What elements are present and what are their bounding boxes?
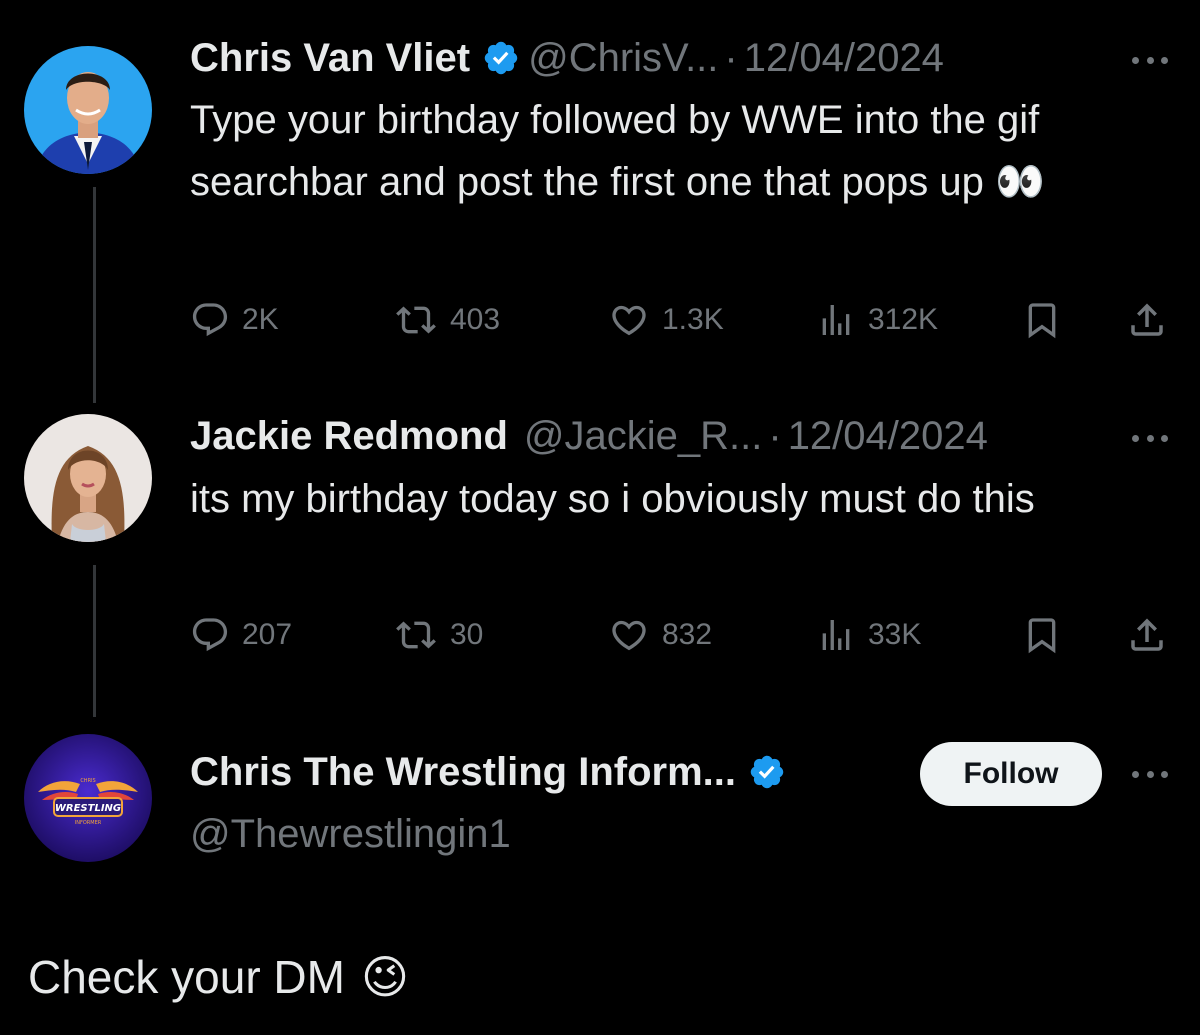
suggested-account-name[interactable]: Chris The Wrestling Inform... <box>190 750 736 795</box>
tweet-actions: 2K 403 1.3K 312K <box>190 295 1180 345</box>
views-button[interactable]: 312K <box>816 295 938 345</box>
follow-button[interactable]: Follow <box>920 742 1102 806</box>
bookmark-icon <box>1028 618 1056 654</box>
views-icon <box>822 620 850 650</box>
suggested-account-handle-row: @Thewrestlingin1 <box>190 804 511 864</box>
share-button[interactable] <box>1126 610 1168 660</box>
views-icon <box>822 305 850 335</box>
tweet-date[interactable]: 12/04/2024 <box>744 36 944 81</box>
repost-button[interactable]: 30 <box>394 610 483 660</box>
author-name[interactable]: Jackie Redmond <box>190 414 508 459</box>
views-button[interactable]: 33K <box>816 610 921 660</box>
heart-icon <box>612 620 646 651</box>
reply-icon <box>192 303 228 337</box>
thread-line <box>93 565 96 717</box>
tweet-text: its my birthday today so i obviously mus… <box>190 477 1035 521</box>
verified-badge-icon <box>748 753 786 791</box>
share-icon <box>1131 618 1163 651</box>
suggested-account-header: Chris The Wrestling Inform... <box>190 742 794 802</box>
logo-subtext-top: CHRIS <box>80 778 95 784</box>
bookmark-button[interactable] <box>1022 295 1062 345</box>
bookmark-button[interactable] <box>1022 610 1062 660</box>
more-icon[interactable] <box>1132 54 1168 66</box>
like-count: 1.3K <box>662 303 724 336</box>
more-icon[interactable] <box>1132 768 1168 780</box>
suggested-account-handle[interactable]: @Thewrestlingin1 <box>190 812 511 857</box>
tweet-text: Type your birthday followed by WWE into … <box>190 98 1045 204</box>
screenshot-page: Chris Van Vliet @ChrisV... · 12/04/2024 … <box>0 0 1200 1035</box>
winking-face-emoji: 😉 <box>360 951 409 1003</box>
avatar-chris-van-vliet[interactable] <box>24 46 152 174</box>
share-icon <box>1131 303 1163 336</box>
separator-dot: · <box>724 35 738 80</box>
share-button[interactable] <box>1126 295 1168 345</box>
author-name[interactable]: Chris Van Vliet <box>190 36 470 81</box>
avatar-jackie-redmond[interactable] <box>24 414 152 542</box>
tweet-actions: 207 30 832 33K <box>190 610 1180 660</box>
author-handle[interactable]: @ChrisV... <box>528 36 718 81</box>
tweet-header: Jackie Redmond @Jackie_R... · 12/04/2024 <box>190 406 988 466</box>
like-button[interactable]: 832 <box>608 610 712 660</box>
logo-subtext-bottom: INFORMER <box>75 820 102 826</box>
caption-text: Check your DM <box>28 951 345 1003</box>
heart-icon <box>612 305 646 336</box>
tweet-header: Chris Van Vliet @ChrisV... · 12/04/2024 <box>190 28 944 88</box>
repost-button[interactable]: 403 <box>394 295 500 345</box>
like-button[interactable]: 1.3K <box>608 295 724 345</box>
repost-icon <box>396 306 436 334</box>
separator-dot: · <box>768 413 782 458</box>
reply-button[interactable]: 2K <box>190 295 279 345</box>
reply-button[interactable]: 207 <box>190 610 292 660</box>
repost-count: 403 <box>450 303 501 336</box>
bookmark-icon <box>1028 303 1056 339</box>
reply-count: 2K <box>242 303 279 336</box>
caption: Check your DM 😉 <box>28 950 409 1004</box>
views-count: 312K <box>868 303 939 336</box>
views-count: 33K <box>868 618 922 651</box>
tweet-date[interactable]: 12/04/2024 <box>788 414 988 459</box>
logo-text: WRESTLING <box>55 803 121 814</box>
avatar-wrestling-informer[interactable]: WRESTLING CHRIS INFORMER <box>24 734 152 862</box>
more-icon[interactable] <box>1132 432 1168 444</box>
reply-count: 207 <box>242 618 293 651</box>
reply-icon <box>192 618 228 652</box>
repost-count: 30 <box>450 618 484 651</box>
like-count: 832 <box>662 618 713 651</box>
thread-line <box>93 187 96 403</box>
verified-badge-icon <box>482 39 520 77</box>
repost-icon <box>396 621 436 649</box>
author-handle[interactable]: @Jackie_R... <box>524 414 762 459</box>
